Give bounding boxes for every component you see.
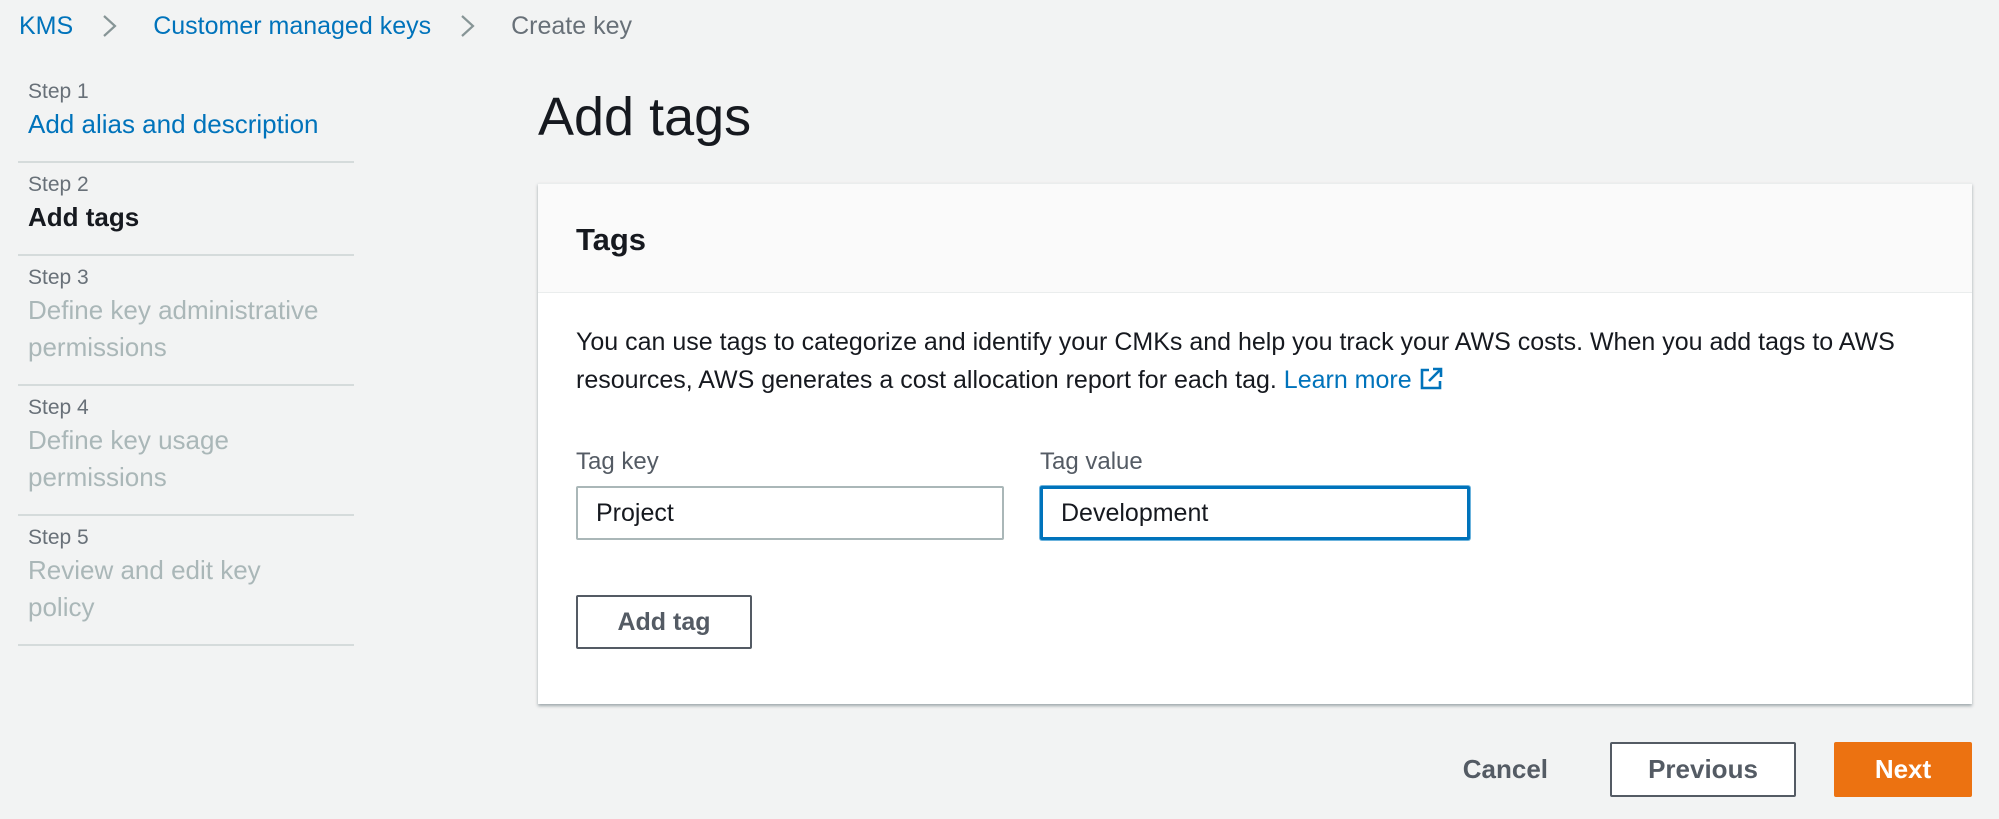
page-title: Add tags	[538, 87, 752, 147]
next-button[interactable]: Next	[1834, 742, 1972, 797]
panel-header: Tags	[538, 184, 1972, 293]
step-link-add-alias[interactable]: Add alias and description	[28, 106, 344, 143]
tags-panel: Tags You can use tags to categorize and …	[538, 183, 1972, 704]
learn-more-link[interactable]: Learn more	[1284, 366, 1444, 394]
wizard-step-5: Step 5 Review and edit key policy	[18, 516, 354, 646]
step-number: Step 1	[28, 80, 89, 103]
step-title-add-tags: Add tags	[28, 202, 140, 232]
wizard-steps: Step 1 Add alias and description Step 2 …	[18, 70, 354, 646]
step-number: Step 5	[28, 526, 89, 549]
step-number: Step 3	[28, 266, 89, 289]
tag-key-field: Tag key	[576, 445, 1004, 540]
tag-value-label: Tag value	[1040, 448, 1143, 475]
wizard-step-4: Step 4 Define key usage permissions	[18, 386, 354, 516]
panel-heading: Tags	[576, 222, 647, 257]
step-number: Step 4	[28, 396, 89, 419]
description-text: You can use tags to categorize and ident…	[576, 328, 1895, 394]
step-number: Step 2	[28, 173, 89, 196]
breadcrumb-kms[interactable]: KMS	[19, 12, 73, 41]
external-link-icon	[1418, 365, 1444, 403]
step-title-admin-permissions: Define key administrative permissions	[28, 295, 319, 362]
step-title-review-policy: Review and edit key policy	[28, 555, 261, 622]
tag-fields: Tag key Tag value	[576, 445, 1934, 540]
wizard-step-1: Step 1 Add alias and description	[18, 70, 354, 163]
learn-more-label: Learn more	[1283, 366, 1412, 394]
breadcrumb: KMS Customer managed keys Create key	[19, 8, 632, 44]
breadcrumb-current: Create key	[511, 11, 632, 40]
cancel-button[interactable]: Cancel	[1441, 742, 1570, 797]
panel-body: You can use tags to categorize and ident…	[538, 293, 1972, 649]
tags-description: You can use tags to categorize and ident…	[576, 323, 1946, 403]
add-tag-button[interactable]: Add tag	[576, 595, 752, 649]
wizard-actions: Cancel Previous Next	[1441, 742, 1972, 797]
previous-button[interactable]: Previous	[1610, 742, 1796, 797]
chevron-right-icon	[89, 11, 133, 41]
tag-key-label: Tag key	[576, 448, 659, 475]
tag-value-input[interactable]	[1040, 486, 1470, 540]
chevron-right-icon	[447, 11, 491, 41]
tag-value-field: Tag value	[1040, 445, 1470, 540]
wizard-step-2: Step 2 Add tags	[18, 163, 354, 256]
step-title-usage-permissions: Define key usage permissions	[28, 425, 229, 492]
wizard-step-3: Step 3 Define key administrative permiss…	[18, 256, 354, 386]
tag-key-input[interactable]	[576, 486, 1004, 540]
breadcrumb-customer-managed-keys[interactable]: Customer managed keys	[153, 12, 431, 41]
